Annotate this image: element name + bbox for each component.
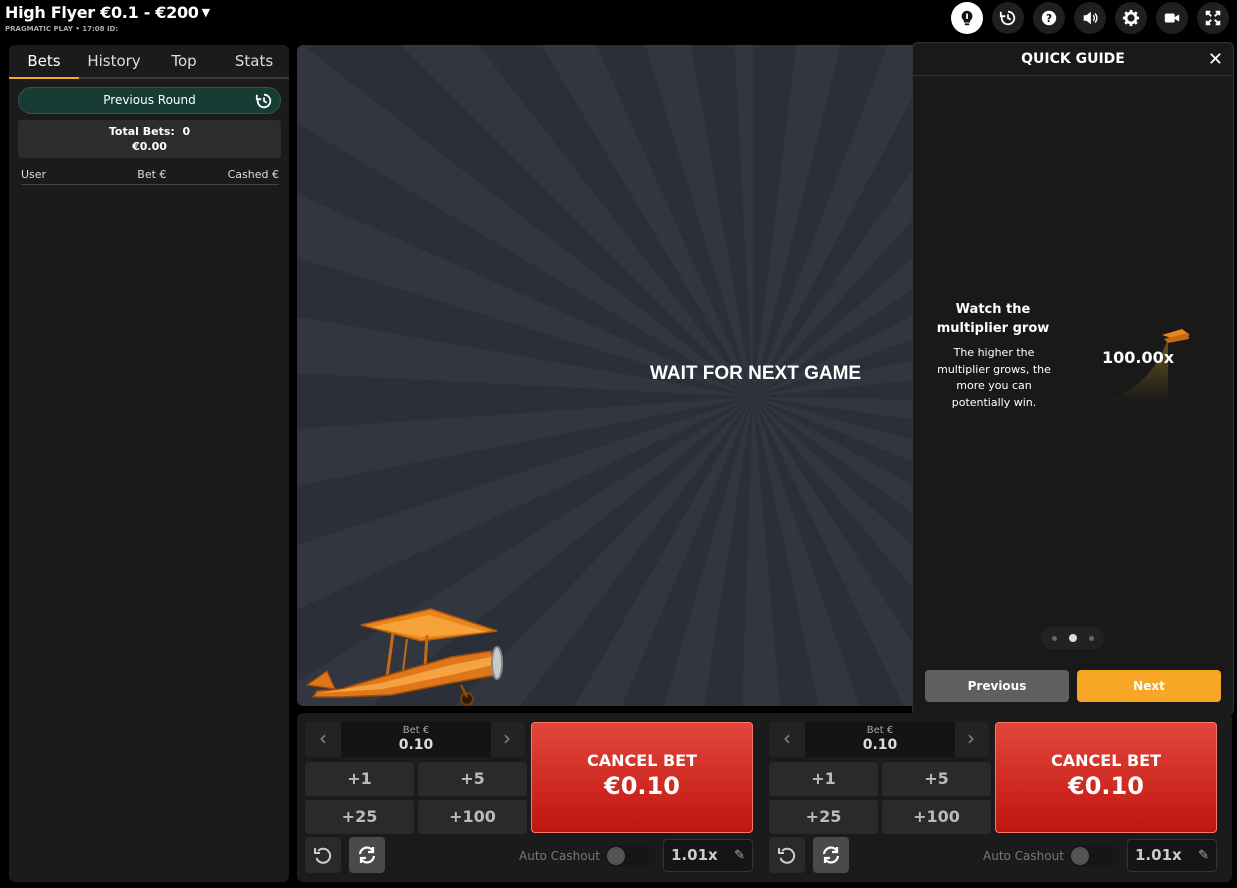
- cashout-multiplier-value: 1.01x: [671, 846, 718, 864]
- tab-stats[interactable]: Stats: [219, 45, 289, 77]
- page-dot[interactable]: [1051, 635, 1057, 641]
- page-dot[interactable]: [1088, 635, 1094, 641]
- pencil-icon[interactable]: ✎: [734, 840, 745, 871]
- bet-amount-stepper: ‹ Bet € 0.10 ›: [305, 722, 525, 757]
- history-icon[interactable]: [992, 2, 1024, 34]
- add-1-button[interactable]: +1: [305, 762, 414, 796]
- bets-panel: Bets History Top Stats Previous Round To…: [9, 45, 289, 882]
- top-bar: High Flyer €0.1 - €200 ▼ PRAGMATIC PLAY •…: [0, 0, 1237, 42]
- cancel-bet-amount: €0.10: [604, 772, 680, 800]
- total-bets-summary: Total Bets: 0 €0.00: [18, 120, 281, 158]
- chevron-left-icon[interactable]: ‹: [305, 722, 341, 757]
- add-25-button[interactable]: +25: [769, 800, 878, 834]
- tab-history[interactable]: History: [79, 45, 149, 77]
- total-bets-label: Total Bets:: [108, 125, 175, 138]
- auto-cashout-label: Auto Cashout: [519, 849, 600, 863]
- bet-amount-stepper: ‹ Bet € 0.10 ›: [769, 722, 989, 757]
- bet-amount-value: 0.10: [862, 737, 898, 753]
- bets-table-header: User Bet € Cashed €: [21, 168, 279, 185]
- bet-amount-value: 0.10: [398, 737, 434, 753]
- tab-bets[interactable]: Bets: [9, 45, 79, 79]
- game-title-text: High Flyer €0.1 - €200: [5, 3, 199, 22]
- undo-icon[interactable]: [769, 837, 805, 873]
- bet-amount-field[interactable]: Bet € 0.10: [341, 722, 491, 757]
- bet-panel-1: ‹ Bet € 0.10 › +1 +5 +25 +100 CANCEL BET…: [297, 713, 757, 882]
- bet-controls: ‹ Bet € 0.10 › +1 +5 +25 +100 CANCEL BET…: [297, 713, 1232, 882]
- previous-round-button[interactable]: Previous Round: [18, 87, 281, 114]
- panel-tabs: Bets History Top Stats: [9, 45, 289, 79]
- column-bet: Bet €: [137, 168, 167, 181]
- video-icon[interactable]: [1156, 2, 1188, 34]
- cashout-multiplier-input[interactable]: 1.01x ✎: [663, 839, 753, 872]
- quick-guide-panel: QUICK GUIDE ✕ Watch the multiplier grow …: [912, 42, 1234, 715]
- cashout-multiplier-input[interactable]: 1.01x ✎: [1127, 839, 1217, 872]
- add-5-button[interactable]: +5: [418, 762, 527, 796]
- cancel-bet-label: CANCEL BET: [587, 751, 697, 770]
- guide-body: The higher the multiplier grows, the mor…: [937, 346, 1051, 409]
- sound-icon[interactable]: [1074, 2, 1106, 34]
- total-bets-count: 0: [182, 125, 191, 138]
- cancel-bet-button[interactable]: CANCEL BET €0.10: [995, 722, 1217, 833]
- auto-cashout-toggle[interactable]: [1070, 845, 1120, 867]
- biplane-illustration: [305, 608, 503, 705]
- quick-guide-title: QUICK GUIDE: [1021, 51, 1125, 67]
- autoplay-icon[interactable]: [813, 837, 849, 873]
- chevron-down-icon[interactable]: ▼: [202, 6, 210, 19]
- chevron-left-icon[interactable]: ‹: [769, 722, 805, 757]
- svg-text:?: ?: [1046, 12, 1052, 25]
- autoplay-icon[interactable]: [349, 837, 385, 873]
- settings-icon[interactable]: [1115, 2, 1147, 34]
- pencil-icon[interactable]: ✎: [1198, 840, 1209, 871]
- game-subtitle: PRAGMATIC PLAY • 17:08 ID:: [5, 25, 119, 33]
- undo-icon[interactable]: [305, 837, 341, 873]
- previous-round-label: Previous Round: [103, 93, 196, 107]
- cancel-bet-button[interactable]: CANCEL BET €0.10: [531, 722, 753, 833]
- tab-top[interactable]: Top: [149, 45, 219, 77]
- chevron-right-icon[interactable]: ›: [489, 722, 525, 757]
- guide-heading: Watch the multiplier grow: [936, 302, 1050, 336]
- guide-pagination: [1041, 627, 1104, 649]
- bet-amount-field[interactable]: Bet € 0.10: [805, 722, 955, 757]
- toolbar-icons: ?: [951, 2, 1229, 34]
- game-title[interactable]: High Flyer €0.1 - €200 ▼: [5, 3, 210, 22]
- quick-guide-header: QUICK GUIDE ✕: [913, 43, 1233, 76]
- cashout-multiplier-value: 1.01x: [1135, 846, 1182, 864]
- auto-cashout-toggle[interactable]: [606, 845, 656, 867]
- guide-previous-button[interactable]: Previous: [925, 670, 1069, 702]
- add-100-button[interactable]: +100: [882, 800, 991, 834]
- toggle-knob: [607, 847, 625, 865]
- close-icon[interactable]: ✕: [1208, 43, 1223, 76]
- fullscreen-icon[interactable]: [1197, 2, 1229, 34]
- bet-amount-label: Bet €: [402, 725, 430, 736]
- guide-multiplier: 100.00x: [1102, 348, 1175, 367]
- add-5-button[interactable]: +5: [882, 762, 991, 796]
- cancel-bet-label: CANCEL BET: [1051, 751, 1161, 770]
- lightbulb-icon[interactable]: [951, 2, 983, 34]
- bet-amount-label: Bet €: [866, 725, 894, 736]
- add-100-button[interactable]: +100: [418, 800, 527, 834]
- add-1-button[interactable]: +1: [769, 762, 878, 796]
- column-user: User: [21, 168, 47, 181]
- chevron-right-icon[interactable]: ›: [953, 722, 989, 757]
- add-25-button[interactable]: +25: [305, 800, 414, 834]
- toggle-knob: [1071, 847, 1089, 865]
- column-cashed: Cashed €: [227, 168, 279, 181]
- total-bets-amount: €0.00: [132, 140, 167, 153]
- page-dot-active[interactable]: [1068, 634, 1077, 642]
- history-icon: [255, 93, 272, 109]
- cancel-bet-amount: €0.10: [1068, 772, 1144, 800]
- bet-panel-2: ‹ Bet € 0.10 › +1 +5 +25 +100 CANCEL BET…: [761, 713, 1221, 882]
- guide-next-button[interactable]: Next: [1077, 670, 1221, 702]
- game-status-text: WAIT FOR NEXT GAME: [650, 363, 862, 384]
- help-icon[interactable]: ?: [1033, 2, 1065, 34]
- auto-cashout-label: Auto Cashout: [983, 849, 1064, 863]
